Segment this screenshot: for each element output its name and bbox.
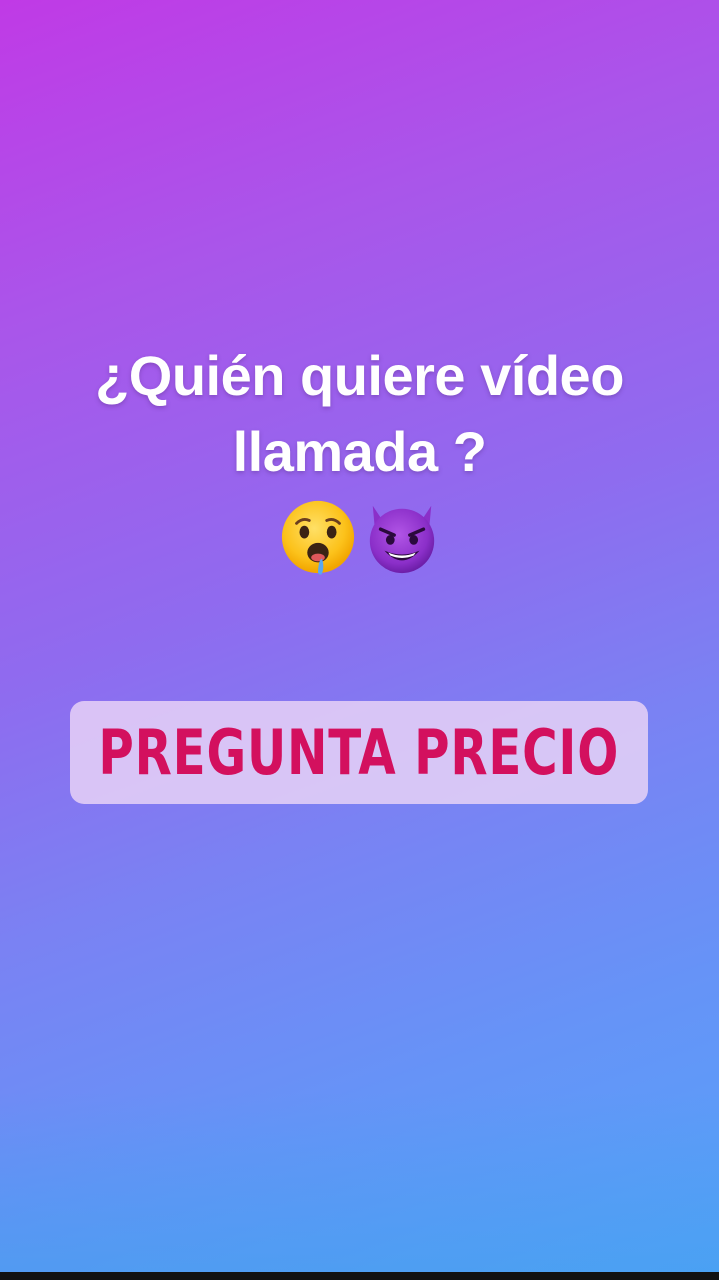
smiling-face-with-horns-icon — [369, 505, 434, 574]
drooling-face-icon — [281, 500, 354, 575]
sticker-label: PREGUNTA PRECIO — [98, 716, 620, 789]
story-canvas[interactable]: ¿Quién quiere vídeo llamada ? PREGUNTA P… — [0, 0, 719, 1272]
emoji-row — [0, 498, 719, 576]
bottom-glow — [0, 1092, 719, 1272]
headline-line-2: llamada ? — [232, 420, 487, 483]
bottom-bar — [0, 1272, 719, 1280]
headline-line-1: ¿Quién quiere vídeo — [95, 344, 624, 407]
headline-text: ¿Quién quiere vídeo llamada ? — [0, 338, 719, 490]
question-sticker[interactable]: PREGUNTA PRECIO — [70, 701, 648, 804]
